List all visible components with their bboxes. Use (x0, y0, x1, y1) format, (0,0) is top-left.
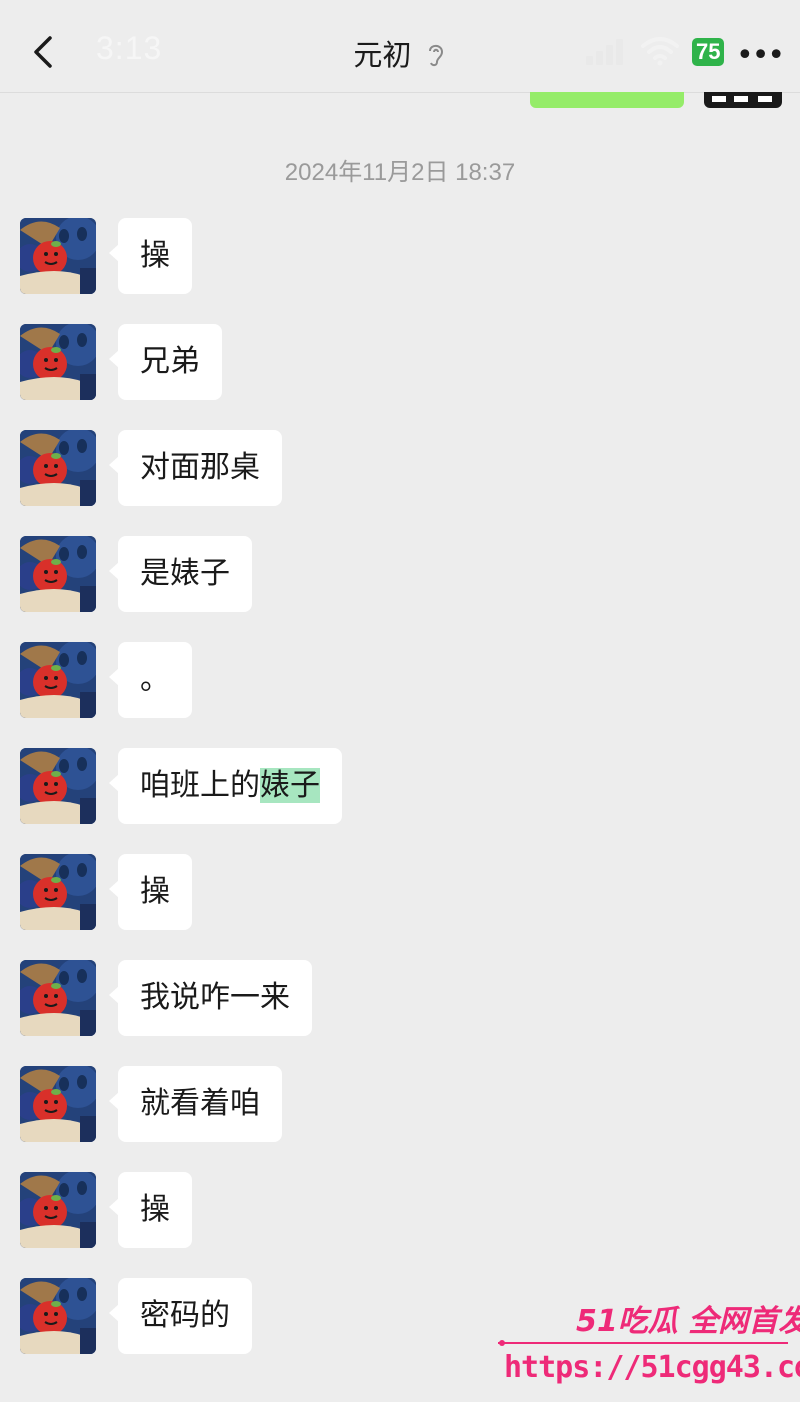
message-text: 密码的 (140, 1298, 230, 1333)
message-text: 操 (140, 874, 170, 909)
contact-avatar[interactable] (20, 960, 96, 1036)
watermark-url: https://51cgg43.com (504, 1350, 800, 1385)
cellular-signal-icon (586, 39, 623, 65)
message-bubble[interactable]: 咱班上的婊子 (109, 748, 342, 824)
message-bubble[interactable]: 操 (109, 1172, 192, 1248)
previous-sent-bubble (530, 92, 684, 108)
message-text: 咱班上的 (140, 768, 260, 803)
watermark: 51吃瓜 全网首发 https://51cgg43.com (498, 1290, 800, 1400)
watermark-brand: 51吃瓜 全网首发 (576, 1304, 800, 1339)
chat-timestamp: 2024年11月2日 18:37 (284, 159, 516, 186)
message-text: 。 (140, 662, 170, 697)
message-text: 就看着咱 (140, 1086, 260, 1121)
chat-header: 3:13 元初 75 ••• (0, 0, 800, 93)
contact-avatar[interactable] (20, 430, 96, 506)
message-highlight: 婊子 (260, 768, 320, 803)
chat-title: 元初 (353, 38, 412, 72)
more-options-icon[interactable]: ••• (736, 38, 785, 73)
message-bubble[interactable]: 。 (109, 642, 192, 718)
contact-avatar[interactable] (20, 1172, 96, 1248)
message-bubble[interactable]: 操 (109, 854, 192, 930)
chat-title-wrap: 元初 (0, 32, 800, 74)
message-text: 对面那桌 (140, 450, 260, 485)
previous-sent-avatar (704, 92, 782, 108)
contact-avatar[interactable] (20, 1066, 96, 1142)
message-bubble[interactable]: 密码的 (109, 1278, 252, 1354)
contact-avatar[interactable] (20, 218, 96, 294)
contact-avatar[interactable] (20, 324, 96, 400)
message-text: 操 (140, 238, 170, 273)
message-bubble[interactable]: 兄弟 (109, 324, 222, 400)
message-bubble[interactable]: 我说咋一来 (109, 960, 312, 1036)
message-text: 是婊子 (140, 556, 230, 591)
watermark-underline (498, 1340, 788, 1346)
message-text: 我说咋一来 (140, 980, 290, 1015)
contact-avatar[interactable] (20, 854, 96, 930)
ear-icon (428, 44, 443, 67)
contact-avatar[interactable] (20, 642, 96, 718)
message-text: 操 (140, 1192, 170, 1227)
contact-avatar[interactable] (20, 536, 96, 612)
message-bubble[interactable]: 操 (109, 218, 192, 294)
contact-avatar[interactable] (20, 1278, 96, 1354)
message-bubble[interactable]: 对面那桌 (109, 430, 282, 506)
contact-avatar[interactable] (20, 748, 96, 824)
message-bubble[interactable]: 就看着咱 (109, 1066, 282, 1142)
wifi-icon (641, 37, 679, 66)
message-bubble[interactable]: 是婊子 (109, 536, 252, 612)
battery-indicator: 75 (692, 38, 725, 66)
message-text: 兄弟 (140, 344, 200, 379)
